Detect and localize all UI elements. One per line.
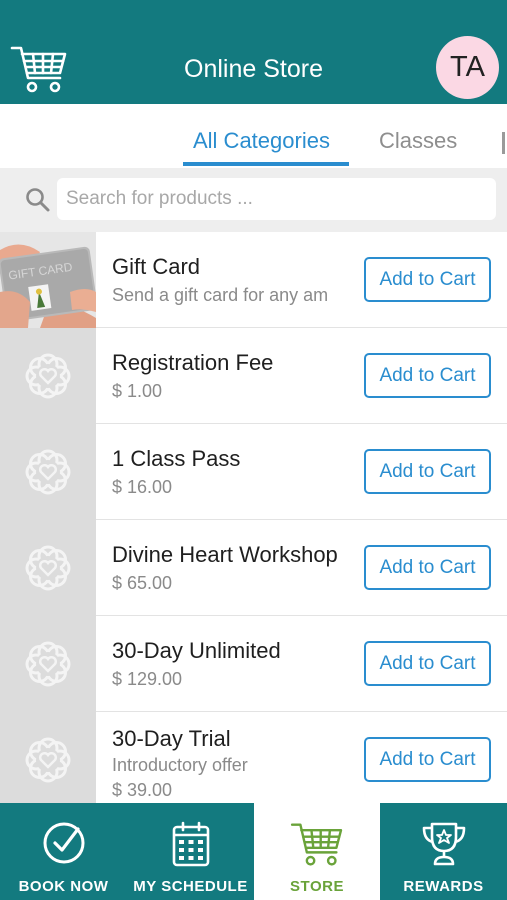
search-input[interactable] bbox=[57, 178, 496, 220]
product-placeholder-image bbox=[0, 328, 96, 424]
avatar[interactable]: TA bbox=[436, 36, 499, 99]
product-description: Introductory offer bbox=[112, 755, 248, 775]
nav-label: STORE bbox=[290, 878, 344, 895]
tab-all-categories[interactable]: All Categories bbox=[193, 128, 330, 154]
product-name: 30-Day Trial bbox=[112, 726, 231, 751]
product-description: Send a gift card for any am bbox=[112, 285, 329, 305]
product-placeholder-image bbox=[0, 616, 96, 712]
product-price: $ 39.00 bbox=[112, 780, 173, 800]
cart-icon bbox=[290, 823, 343, 866]
add-to-cart-button[interactable]: Add to Cart bbox=[364, 353, 491, 398]
active-tab-indicator bbox=[183, 162, 349, 166]
product-list: GIFT CARD Gift Card Send a gift card for… bbox=[0, 232, 507, 803]
tab-classes[interactable]: Classes bbox=[379, 128, 457, 154]
lotus-logo-icon bbox=[25, 353, 71, 399]
page-title: Online Store bbox=[184, 55, 323, 83]
add-to-cart-button[interactable]: Add to Cart bbox=[364, 737, 491, 782]
gift-card-image: GIFT CARD bbox=[0, 232, 96, 328]
nav-label: BOOK NOW bbox=[18, 878, 109, 895]
list-item[interactable]: GIFT CARD Gift Card Send a gift card for… bbox=[0, 232, 507, 328]
list-item[interactable]: 1 Class Pass $ 16.00 Add to Cart bbox=[0, 424, 507, 520]
nav-label: REWARDS bbox=[403, 878, 484, 895]
nav-my-schedule[interactable]: MY SCHEDULE bbox=[127, 803, 254, 900]
calendar-icon bbox=[172, 821, 209, 867]
product-name: 1 Class Pass bbox=[112, 446, 241, 471]
lotus-logo-icon bbox=[25, 641, 71, 687]
product-name: Gift Card bbox=[112, 254, 201, 279]
app-header: Online Store TA bbox=[0, 0, 507, 104]
product-price: $ 1.00 bbox=[112, 381, 163, 401]
add-to-cart-button[interactable]: Add to Cart bbox=[364, 641, 491, 686]
lotus-logo-icon bbox=[25, 545, 71, 591]
product-name: 30-Day Unlimited bbox=[112, 638, 281, 663]
lotus-logo-icon bbox=[25, 449, 71, 495]
nav-store[interactable]: STORE bbox=[254, 803, 380, 900]
product-name: Registration Fee bbox=[112, 350, 274, 375]
tab-overflow-edge bbox=[502, 132, 505, 154]
bottom-navigation: BOOK NOW MY SCHEDULE STORE REWARDS bbox=[0, 803, 507, 900]
product-price: $ 129.00 bbox=[112, 669, 183, 689]
category-tabs: All Categories Classes bbox=[0, 104, 507, 168]
product-price: $ 65.00 bbox=[112, 573, 173, 593]
nav-label: MY SCHEDULE bbox=[133, 878, 248, 895]
check-circle-icon bbox=[43, 822, 84, 864]
add-to-cart-button[interactable]: Add to Cart bbox=[364, 449, 491, 494]
product-placeholder-image bbox=[0, 712, 96, 803]
product-placeholder-image bbox=[0, 424, 96, 520]
trophy-icon bbox=[422, 822, 465, 866]
list-item[interactable]: 30-Day Unlimited $ 129.00 Add to Cart bbox=[0, 616, 507, 712]
product-price: $ 16.00 bbox=[112, 477, 173, 497]
nav-rewards[interactable]: REWARDS bbox=[380, 803, 507, 900]
search-icon bbox=[26, 188, 50, 212]
lotus-logo-icon bbox=[25, 737, 71, 783]
list-item[interactable]: 30-Day Trial Introductory offer $ 39.00 … bbox=[0, 712, 507, 803]
search-bar bbox=[0, 168, 507, 232]
product-placeholder-image bbox=[0, 520, 96, 616]
list-item[interactable]: Registration Fee $ 1.00 Add to Cart bbox=[0, 328, 507, 424]
nav-book-now[interactable]: BOOK NOW bbox=[0, 803, 127, 900]
add-to-cart-button[interactable]: Add to Cart bbox=[364, 545, 491, 590]
product-name: Divine Heart Workshop bbox=[112, 542, 338, 567]
list-item[interactable]: Divine Heart Workshop $ 65.00 Add to Car… bbox=[0, 520, 507, 616]
add-to-cart-button[interactable]: Add to Cart bbox=[364, 257, 491, 302]
